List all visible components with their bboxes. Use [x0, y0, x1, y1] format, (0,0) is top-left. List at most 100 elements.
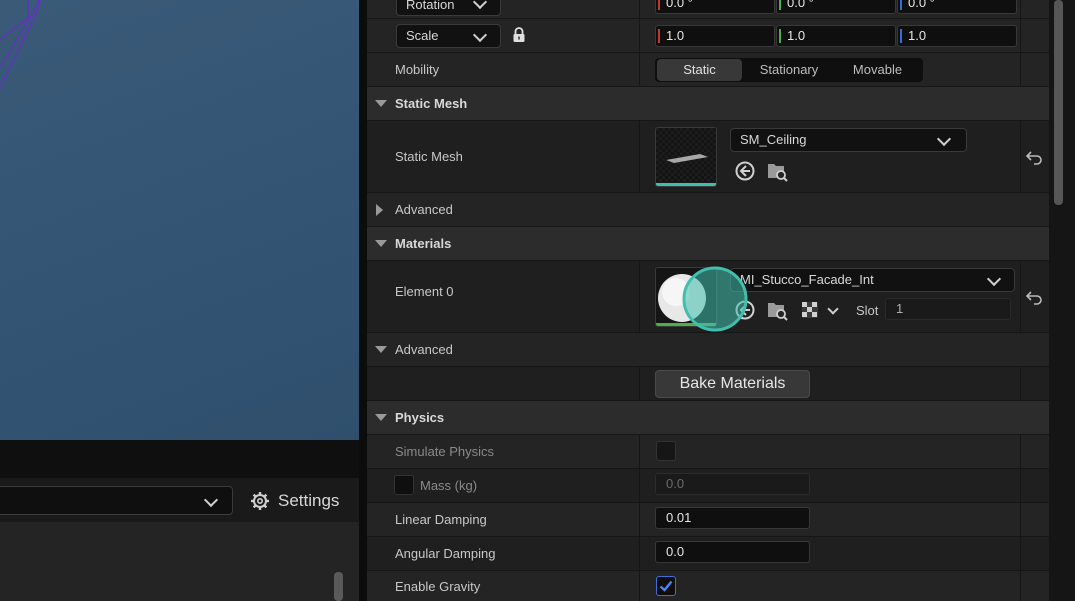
mobility-static-option[interactable]: Static	[657, 59, 742, 81]
slot-label: Slot	[856, 303, 879, 318]
mass-row: Mass (kg) 0.0	[367, 469, 1049, 503]
static-mesh-value: SM_Ceiling	[740, 132, 807, 147]
expand-arrow-icon	[376, 204, 383, 216]
z-axis-marker	[900, 29, 902, 43]
scale-mode-dropdown[interactable]: Scale	[396, 24, 501, 48]
simulate-physics-row: Simulate Physics	[367, 435, 1049, 469]
wireframe-mesh-icon	[0, 0, 41, 89]
y-axis-marker	[779, 0, 781, 10]
static-mesh-thumbnail[interactable]	[655, 127, 717, 187]
browse-asset-icon[interactable]	[766, 299, 788, 321]
material-dropdown[interactable]: MI_Stucco_Facade_Int	[730, 268, 1015, 292]
mass-override-checkbox[interactable]	[394, 475, 414, 495]
rotation-x-field[interactable]: 0.0 °	[655, 0, 775, 14]
static-mesh-category[interactable]: Static Mesh	[367, 87, 1049, 121]
rotation-x-value: 0.0 °	[666, 0, 693, 10]
static-mesh-advanced-row[interactable]: Advanced	[367, 193, 1049, 227]
reset-to-default-icon[interactable]	[1026, 149, 1042, 165]
mass-field[interactable]: 0.0	[655, 473, 810, 495]
x-axis-marker	[658, 29, 660, 43]
rotation-row: Rotation 0.0 ° 0.0 ° 0.0 °	[367, 0, 1049, 19]
settings-button[interactable]: Settings	[250, 488, 339, 514]
mobility-stationary-option[interactable]: Stationary	[744, 58, 834, 82]
filter-dropdown[interactable]	[0, 486, 233, 515]
rotation-y-value: 0.0 °	[787, 0, 814, 10]
scale-label: Scale	[406, 28, 439, 43]
linear-damping-value: 0.01	[666, 510, 692, 525]
mass-label: Mass (kg)	[420, 478, 478, 493]
static-mesh-category-label: Static Mesh	[395, 96, 468, 111]
bake-materials-row: Bake Materials	[367, 367, 1049, 401]
y-axis-marker	[779, 29, 781, 43]
rotation-y-field[interactable]: 0.0 °	[776, 0, 896, 14]
use-selected-asset-icon[interactable]	[734, 160, 756, 182]
chevron-down-icon	[203, 492, 219, 508]
linear-damping-field[interactable]: 0.01	[655, 507, 810, 529]
static-mesh-advanced-label: Advanced	[395, 202, 453, 217]
mesh-preview-icon	[656, 128, 716, 186]
checker-material-icon[interactable]	[800, 300, 820, 320]
mobility-label: Mobility	[395, 62, 440, 77]
x-axis-marker	[658, 0, 660, 10]
chevron-down-icon	[936, 131, 952, 147]
materials-category[interactable]: Materials	[367, 227, 1049, 261]
collapse-arrow-icon	[375, 240, 387, 247]
angular-damping-value: 0.0	[666, 544, 685, 559]
z-axis-marker	[900, 0, 902, 10]
cursor-click-indicator	[682, 266, 748, 332]
simulate-physics-checkbox[interactable]	[656, 441, 676, 461]
mobility-selector: Static Stationary Movable	[655, 58, 923, 82]
chevron-down-icon	[986, 271, 1002, 287]
outliner-scrollbar[interactable]	[334, 572, 343, 601]
scale-x-value: 1.0	[666, 28, 685, 43]
gear-icon	[251, 492, 269, 510]
static-mesh-label: Static Mesh	[395, 149, 463, 164]
simulate-physics-label: Simulate Physics	[395, 444, 494, 459]
reset-to-default-icon[interactable]	[1026, 289, 1042, 305]
collapse-arrow-icon	[375, 346, 387, 353]
mobility-movable-option[interactable]: Movable	[834, 58, 921, 82]
static-mesh-row: Static Mesh SM_Ceiling	[367, 121, 1049, 193]
details-scrollbar-thumb[interactable]	[1054, 0, 1063, 205]
rotation-z-value: 0.0 °	[908, 0, 935, 10]
physics-category-label: Physics	[395, 410, 445, 425]
scale-y-value: 1.0	[787, 28, 806, 43]
linear-damping-label: Linear Damping	[395, 512, 487, 527]
chevron-down-icon	[472, 0, 488, 10]
scale-row: Scale 1.0 1.0 1.0	[367, 19, 1049, 53]
physics-category[interactable]: Physics	[367, 401, 1049, 435]
static-mesh-dropdown[interactable]: SM_Ceiling	[730, 128, 967, 152]
bake-materials-button[interactable]: Bake Materials	[655, 370, 810, 398]
rotation-z-field[interactable]: 0.0 °	[897, 0, 1017, 14]
angular-damping-row: Angular Damping 0.0	[367, 537, 1049, 571]
materials-category-label: Materials	[395, 236, 452, 251]
checkmark-icon	[659, 580, 673, 592]
rotation-label: Rotation	[406, 0, 455, 12]
chevron-down-icon[interactable]	[827, 303, 839, 315]
linear-damping-row: Linear Damping 0.01	[367, 503, 1049, 537]
scale-y-field[interactable]: 1.0	[776, 25, 896, 47]
panel-splitter[interactable]	[359, 0, 367, 601]
mass-value: 0.0	[666, 476, 685, 491]
enable-gravity-checkbox[interactable]	[656, 576, 676, 596]
level-viewport[interactable]	[0, 0, 359, 440]
scale-z-value: 1.0	[908, 28, 927, 43]
angular-damping-label: Angular Damping	[395, 546, 496, 561]
enable-gravity-label: Enable Gravity	[395, 579, 481, 594]
scale-z-field[interactable]: 1.0	[897, 25, 1017, 47]
slot-value: 1	[896, 301, 904, 316]
enable-gravity-row: Enable Gravity	[367, 571, 1049, 601]
settings-label: Settings	[278, 491, 340, 510]
outliner-list[interactable]	[0, 522, 359, 601]
rotation-mode-dropdown[interactable]: Rotation	[396, 0, 501, 16]
slot-field[interactable]: 1	[885, 298, 1011, 320]
collapse-arrow-icon	[375, 100, 387, 107]
element-label: Element 0	[395, 284, 454, 299]
angular-damping-field[interactable]: 0.0	[655, 541, 810, 563]
scale-x-field[interactable]: 1.0	[655, 25, 775, 47]
lock-icon[interactable]	[512, 27, 526, 43]
browse-asset-icon[interactable]	[766, 160, 788, 182]
material-value: MI_Stucco_Facade_Int	[740, 272, 874, 287]
collapse-arrow-icon	[375, 414, 387, 421]
materials-advanced-row[interactable]: Advanced	[367, 333, 1049, 367]
